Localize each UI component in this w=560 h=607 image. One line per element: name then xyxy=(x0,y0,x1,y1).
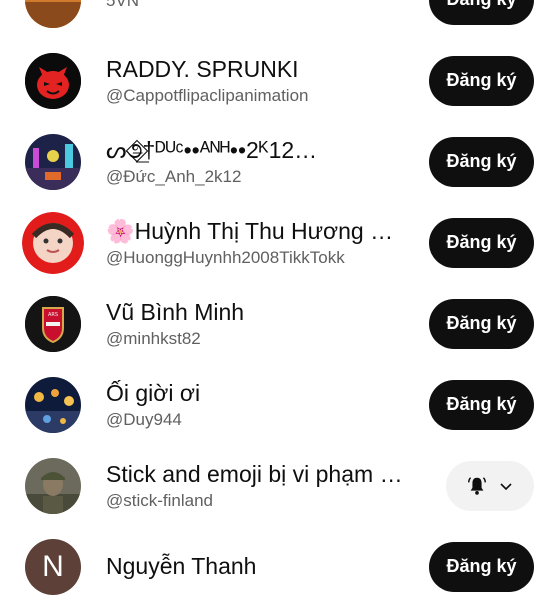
channel-row[interactable]: N Nguyễn Thanh Đăng ký xyxy=(0,526,560,607)
orange-avatar-icon xyxy=(25,0,81,28)
channel-name: Stick and emoji bị vi phạm … xyxy=(106,460,403,487)
channel-name: Ối giời ơi xyxy=(106,379,201,406)
channel-handle: @HuonggHuynhh2008TikkTokk xyxy=(106,247,345,267)
red-ring-face-icon xyxy=(22,211,84,274)
channel-avatar[interactable] xyxy=(25,133,81,190)
channel-avatar[interactable]: N xyxy=(25,538,81,595)
channel-avatar[interactable]: ARS xyxy=(25,295,81,352)
bell-icon xyxy=(468,476,486,495)
subscribe-button[interactable]: Đăng ký xyxy=(429,55,534,106)
channel-avatar[interactable] xyxy=(25,52,81,109)
subscribe-button[interactable]: Đăng ký xyxy=(429,0,534,25)
channel-handle: @stick-finland xyxy=(106,490,214,510)
channel-handle: 5VN xyxy=(106,0,140,10)
chevron-down-icon xyxy=(500,482,512,490)
subscribe-button[interactable]: Đăng ký xyxy=(429,379,534,430)
channel-name: 🌸Huỳnh Thị Thu Hương … xyxy=(106,217,394,244)
subscribe-button[interactable]: Đăng ký xyxy=(429,217,534,268)
channel-row[interactable]: RADDY. SPRUNKI @Cappotflipaclipanimation… xyxy=(0,40,560,121)
subscribe-button[interactable]: Đăng ký xyxy=(429,541,534,592)
night-lights-icon xyxy=(25,376,81,433)
channel-avatar[interactable] xyxy=(22,211,84,274)
game-scene-icon xyxy=(25,133,81,190)
channel-row[interactable]: Ối giời ơi @Duy944 Đăng ký xyxy=(0,364,560,445)
channel-list: 5VN Đăng ký RADDY. SPRUNKI @Cappotflipac… xyxy=(0,0,560,607)
channel-name: Vũ Bình Minh xyxy=(106,298,245,325)
channel-row[interactable]: ᔕ૭̶͟⃟†ᴰᵁᶜ••ᴬᴺᴴ••2ᴷ12… @Đức_Anh_2k12 Đăng… xyxy=(0,121,560,202)
channel-handle: @minhkst82 xyxy=(106,328,201,348)
channel-row[interactable]: Stick and emoji bị vi phạm … @stick-finl… xyxy=(0,445,560,526)
subscribe-button[interactable]: Đăng ký xyxy=(429,136,534,187)
channel-handle: @Duy944 xyxy=(106,409,182,429)
channel-handle: @Đức_Anh_2k12 xyxy=(106,166,242,186)
channel-row[interactable]: ARS Vũ Bình Minh @minhkst82 Đăng ký xyxy=(0,283,560,364)
red-devil-icon xyxy=(25,52,81,109)
soldier-photo-icon xyxy=(25,457,81,514)
channel-name: ᔕ૭̶͟⃟†ᴰᵁᶜ••ᴬᴺᴴ••2ᴷ12… xyxy=(106,136,318,163)
channel-name: Nguyễn Thanh xyxy=(106,552,257,579)
channel-avatar[interactable] xyxy=(25,376,81,433)
avatar-letter: N xyxy=(42,549,64,583)
channel-avatar[interactable] xyxy=(25,0,81,28)
notification-settings-button[interactable] xyxy=(446,460,534,511)
channel-row[interactable]: 🌸Huỳnh Thị Thu Hương … @HuonggHuynhh2008… xyxy=(0,202,560,283)
channel-name: RADDY. SPRUNKI xyxy=(106,55,299,82)
arsenal-crest-icon: ARS xyxy=(25,295,81,352)
svg-text:ARS: ARS xyxy=(48,312,58,318)
channel-handle: @Cappotflipaclipanimation xyxy=(106,85,309,105)
subscribe-button[interactable]: Đăng ký xyxy=(429,298,534,349)
channel-avatar[interactable] xyxy=(25,457,81,514)
channel-row[interactable]: 5VN Đăng ký xyxy=(0,0,560,40)
